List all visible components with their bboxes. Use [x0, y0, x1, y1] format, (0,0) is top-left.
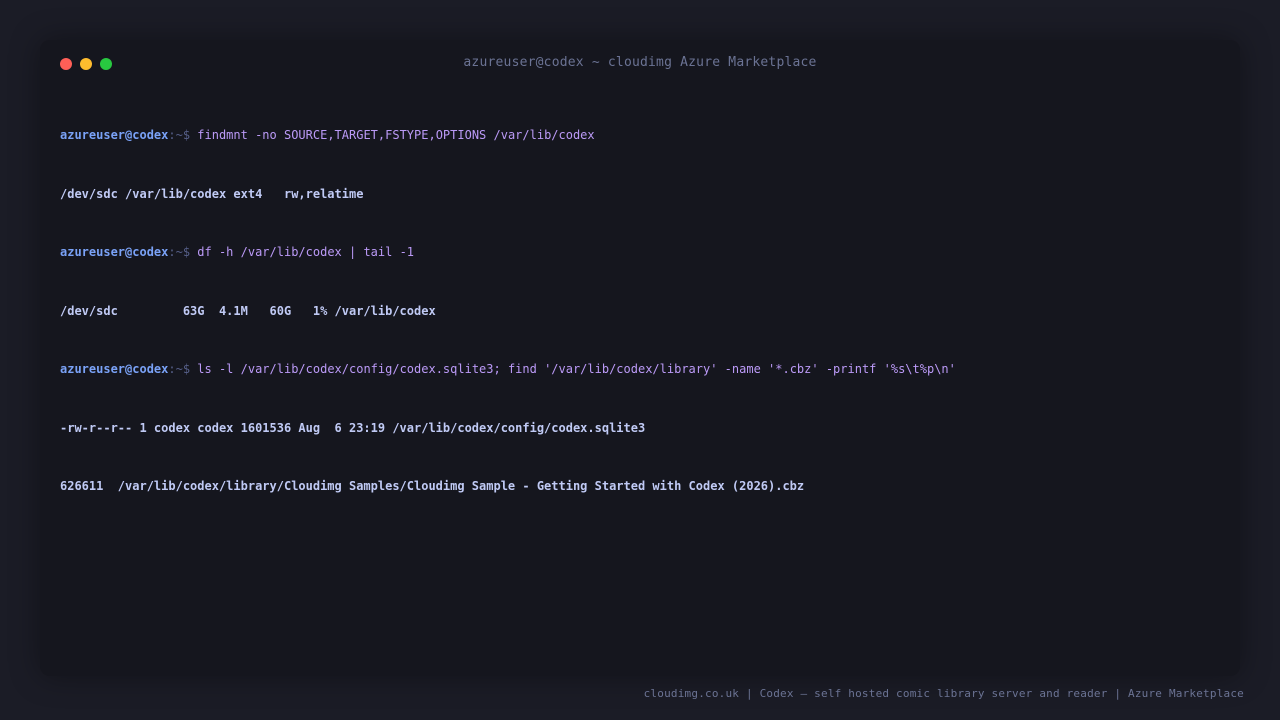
output-line: /dev/sdc 63G 4.1M 60G 1% /var/lib/codex: [60, 303, 436, 318]
prompt-user: azureuser@codex: [60, 362, 169, 376]
command-text: df -h /var/lib/codex | tail -1: [197, 245, 415, 259]
window-title: azureuser@codex ~ cloudimg Azure Marketp…: [463, 55, 817, 70]
command-text: ls -l /var/lib/codex/config/codex.sqlite…: [197, 362, 956, 376]
command-line: azureuser@codex:~$ ls -l /var/lib/codex/…: [60, 360, 1220, 380]
prompt-user: azureuser@codex: [60, 128, 169, 142]
terminal-window: azureuser@codex ~ cloudimg Azure Marketp…: [40, 40, 1240, 676]
command-text: findmnt -no SOURCE,TARGET,FSTYPE,OPTIONS…: [197, 128, 595, 142]
prompt-suffix: :~$: [168, 128, 198, 142]
prompt-suffix: :~$: [168, 245, 198, 259]
prompt-suffix: :~$: [168, 362, 198, 376]
output-line: -rw-r--r-- 1 codex codex 1601536 Aug 6 2…: [60, 420, 646, 435]
prompt-user: azureuser@codex: [60, 245, 169, 259]
terminal-output[interactable]: azureuser@codex:~$ findmnt -no SOURCE,TA…: [60, 87, 1220, 536]
footer-caption: cloudimg.co.uk | Codex — self hosted com…: [643, 687, 1244, 700]
command-line: azureuser@codex:~$ findmnt -no SOURCE,TA…: [60, 126, 1220, 146]
output-line: /dev/sdc /var/lib/codex ext4 rw,relatime: [60, 186, 364, 201]
output-line: 626611 /var/lib/codex/library/Cloudimg S…: [60, 479, 805, 493]
title-bar: azureuser@codex ~ cloudimg Azure Marketp…: [40, 40, 1240, 86]
command-line: azureuser@codex:~$ df -h /var/lib/codex …: [60, 243, 1220, 263]
